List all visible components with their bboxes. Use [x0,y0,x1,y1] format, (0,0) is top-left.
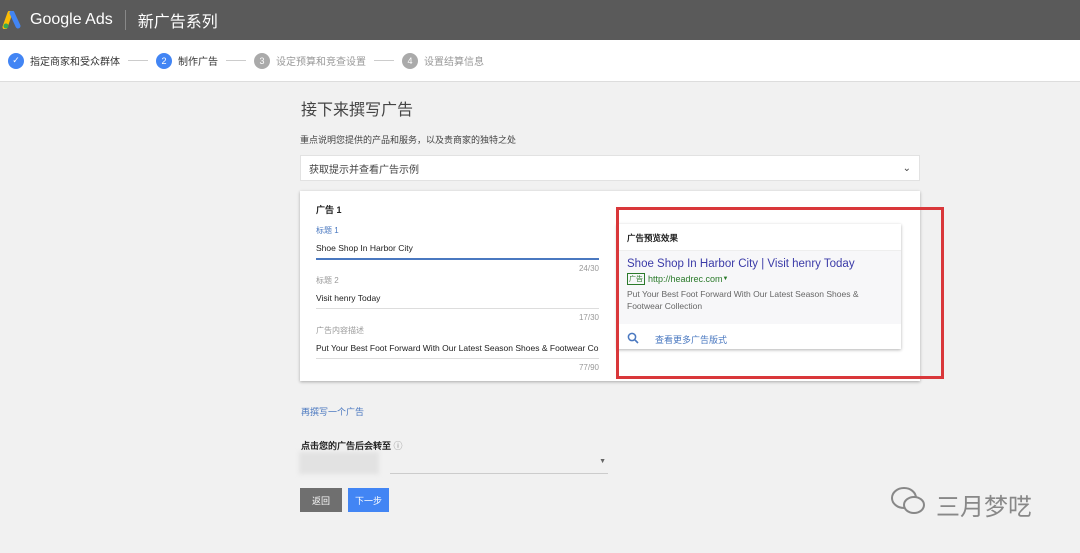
field-label: 广告内容描述 [316,326,364,335]
stepper: ✓ 指定商家和受众群体 2 制作广告 3 设定预算和竞查设置 4 设置结算信息 [0,40,1080,82]
step-connector [128,60,148,61]
watermark: 三月梦呓 [890,486,1032,523]
ad-title: 广告 1 [316,205,342,215]
subheading: 重点说明您提供的产品和服务，以及贵商家的独特之处 [300,135,517,145]
caret-down-icon: ▼ [599,458,606,465]
step-number: 2 [156,52,172,69]
chevron-down-icon: ⌄ [902,162,911,174]
next-button[interactable]: 下一步 [348,488,389,512]
page-title: 新广告系列 [137,14,218,31]
field-label: 标题 1 [316,226,339,235]
step-label: 设定预算和竞查设置 [276,57,366,68]
description-field[interactable]: 广告内容描述 Put Your Best Foot Forward With O… [316,325,599,372]
check-icon: ✓ [8,52,24,69]
headline-1-input[interactable]: Shoe Shop In Harbor City [316,243,599,260]
char-count: 17/30 [578,313,599,322]
field-label: 标题 2 [316,276,339,285]
step-label: 指定商家和受众群体 [30,57,120,68]
step-4: 4 设置结算信息 [402,52,484,69]
help-icon[interactable]: ⓘ [394,441,403,451]
destination-label: 点击您的广告后会转至 ⓘ [301,439,403,452]
destination-label-text: 点击您的广告后会转至 [301,441,392,451]
google-ads-logo-icon [2,10,24,30]
step-number: 4 [402,52,418,69]
main-content: 接下来撰写广告 重点说明您提供的产品和服务，以及贵商家的独特之处 获取提示并查看… [300,96,920,381]
tips-expander[interactable]: 获取提示并查看广告示例 ⌄ [300,155,920,181]
step-connector [226,60,246,61]
description-input[interactable]: Put Your Best Foot Forward With Our Late… [316,343,599,359]
step-1[interactable]: ✓ 指定商家和受众群体 [8,52,120,69]
tips-label: 获取提示并查看广告示例 [309,164,419,176]
step-number: 3 [254,52,270,69]
write-another-ad-link[interactable]: 再撰写一个广告 [301,405,364,418]
step-label: 设置结算信息 [424,57,484,68]
char-count: 77/90 [578,363,599,372]
blurred-url-prefix [299,452,379,474]
watermark-text: 三月梦呓 [936,494,1032,521]
char-count: 24/30 [578,264,599,273]
divider [124,10,126,30]
headline-2-input[interactable]: Visit henry Today [316,293,599,309]
step-connector [374,60,394,61]
step-label: 制作广告 [178,57,218,68]
headline-1-field[interactable]: 标题 1 Shoe Shop In Harbor City 24/30 [316,225,599,273]
top-bar: Google Ads 新广告系列 [0,0,1080,40]
final-url-select[interactable]: ▼ [390,452,608,474]
wechat-icon [890,486,926,523]
back-button[interactable]: 返回 [300,488,342,512]
step-3: 3 设定预算和竞查设置 [254,52,366,69]
step-2[interactable]: 2 制作广告 [156,52,218,69]
brand-name: Google Ads [30,11,113,28]
heading: 接下来撰写广告 [301,102,414,119]
headline-2-field[interactable]: 标题 2 Visit henry Today 17/30 [316,275,599,322]
highlight-box [616,207,944,379]
